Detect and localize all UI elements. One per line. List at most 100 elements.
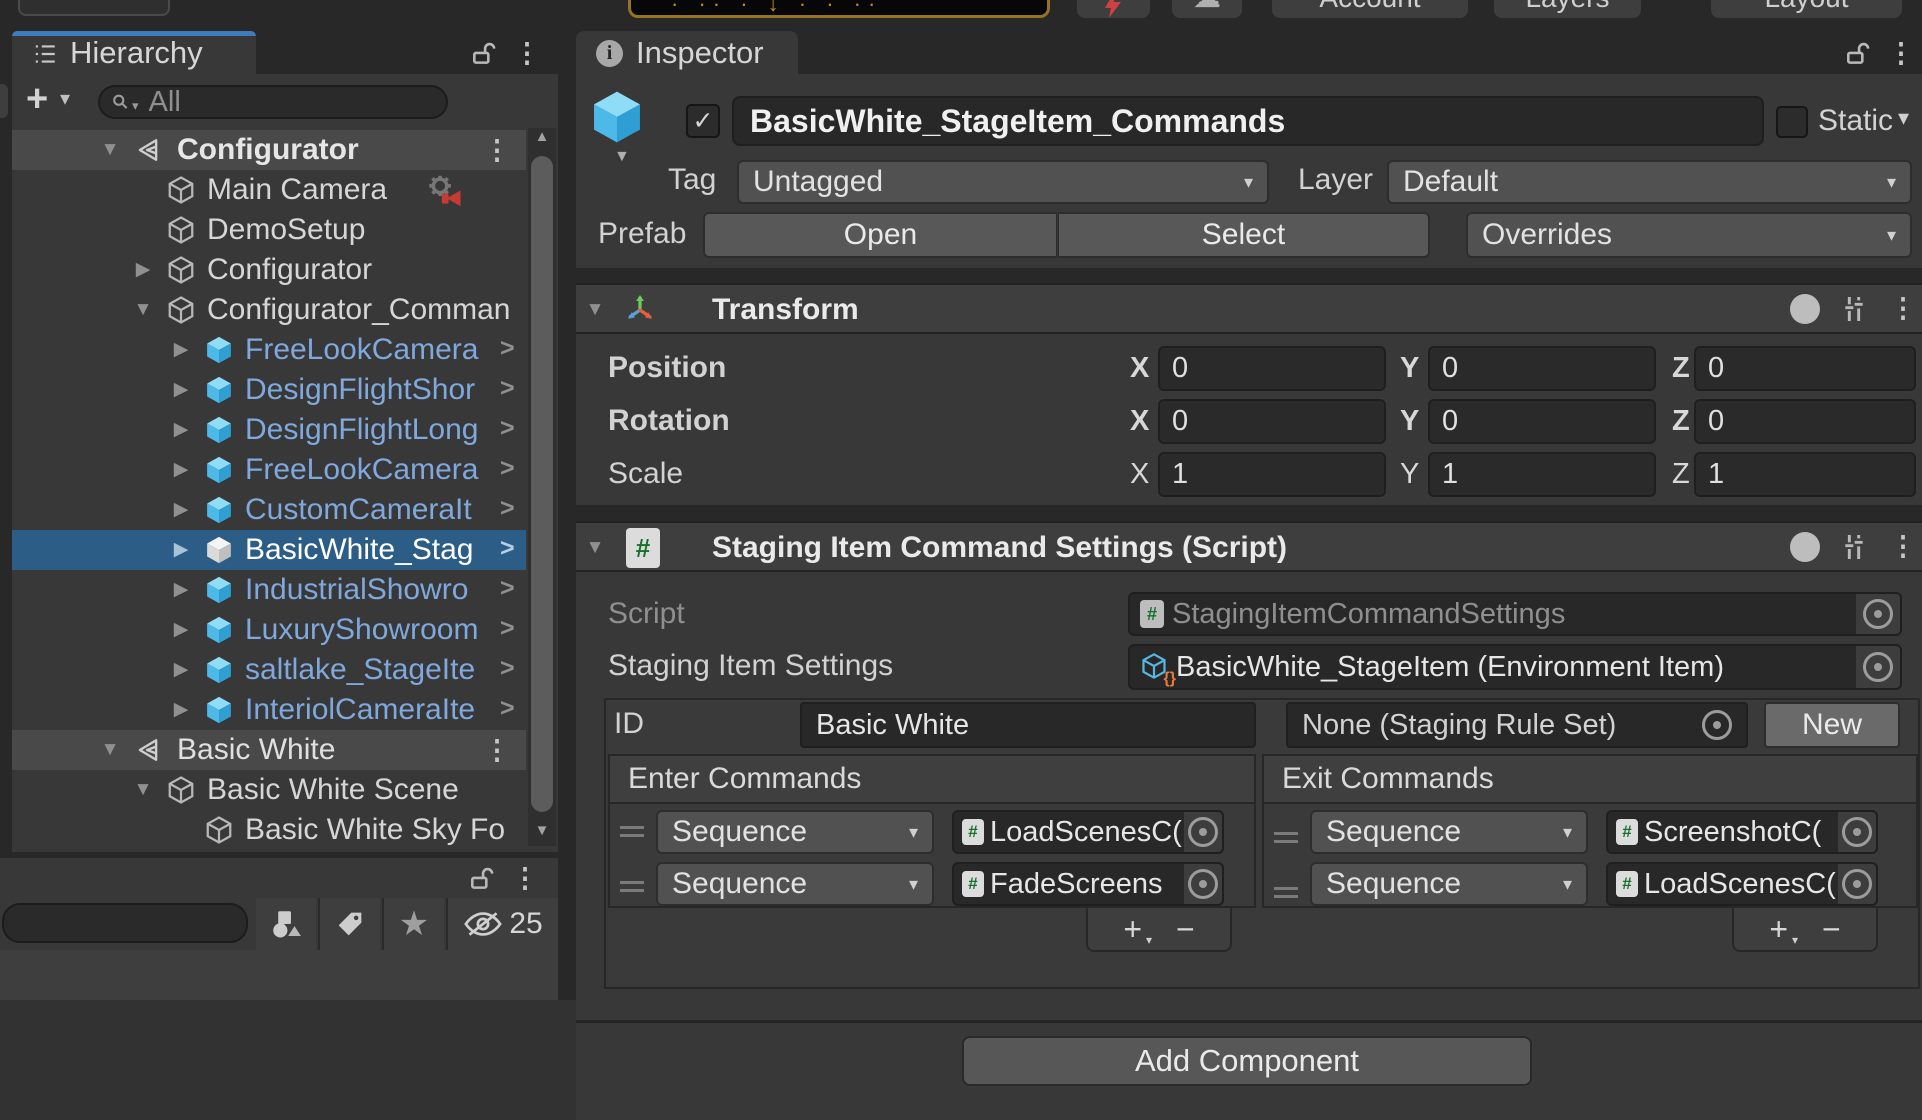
enter-command-ref-0[interactable]: # LoadScenesC( xyxy=(952,810,1224,854)
prefab-overrides-dropdown[interactable]: Overrides ▾ xyxy=(1466,212,1912,258)
hierarchy-row-basic-white-sky[interactable]: Basic White Sky Fo xyxy=(12,810,526,850)
rotation-y-field[interactable]: 0 xyxy=(1428,399,1656,444)
unlock-icon[interactable] xyxy=(470,40,498,68)
subpanel-menu-icon[interactable]: ⋮ xyxy=(510,858,540,898)
enter-command-type-0[interactable]: Sequence ▾ xyxy=(656,810,934,854)
scroll-down-icon[interactable]: ▼ xyxy=(528,822,556,839)
prefab-chevron-icon[interactable]: > xyxy=(500,650,515,690)
foldout-closed-icon[interactable]: ▶ xyxy=(168,450,194,490)
hierarchy-row-freelookcamera-2[interactable]: ▶ FreeLookCamera > xyxy=(12,450,526,490)
drag-handle-icon[interactable] xyxy=(620,826,644,829)
add-element-button[interactable]: +▾ xyxy=(1769,913,1788,945)
transform-header[interactable]: ▼ Transform ⋮ xyxy=(576,283,1922,334)
hierarchy-row-luxuryshowroom[interactable]: ▶ LuxuryShowroom > xyxy=(12,610,526,650)
tab-hierarchy[interactable]: Hierarchy xyxy=(12,31,256,74)
hierarchy-row-configurator-scene[interactable]: ▼ Configurator ⋮ xyxy=(12,130,526,170)
help-icon[interactable] xyxy=(1790,532,1820,562)
object-picker-chip[interactable] xyxy=(1184,812,1222,852)
foldout-open-icon[interactable]: ▼ xyxy=(97,730,123,770)
component-menu-icon[interactable]: ⋮ xyxy=(1888,288,1918,328)
object-picker-chip[interactable] xyxy=(1856,646,1900,688)
layers-button[interactable]: Layers xyxy=(1494,0,1641,18)
object-picker-chip[interactable] xyxy=(1184,864,1222,904)
filter-by-label-button[interactable] xyxy=(320,898,380,950)
prefab-chevron-icon[interactable]: > xyxy=(500,330,515,370)
exit-command-ref-1[interactable]: # LoadScenesC( xyxy=(1606,862,1878,906)
active-checkbox[interactable]: ✓ xyxy=(686,104,720,138)
unlock-icon[interactable] xyxy=(1844,40,1872,68)
hierarchy-row-configurator[interactable]: ▶ Configurator xyxy=(12,250,526,290)
prefab-chevron-icon[interactable]: > xyxy=(500,570,515,610)
prefab-open-button[interactable]: Open xyxy=(703,212,1057,258)
staging-rule-set-field[interactable]: None (Staging Rule Set) xyxy=(1286,702,1748,748)
hierarchy-row-industrialshowro[interactable]: ▶ IndustrialShowro > xyxy=(12,570,526,610)
new-rule-set-button[interactable]: New xyxy=(1764,702,1900,748)
tag-dropdown[interactable]: Untagged ▾ xyxy=(737,160,1269,204)
prefab-chevron-icon[interactable]: > xyxy=(500,690,515,730)
foldout-closed-icon[interactable]: ▶ xyxy=(168,490,194,530)
add-component-button[interactable]: Add Component xyxy=(962,1036,1532,1086)
hierarchy-row-customcamerait[interactable]: ▶ CustomCameraIt > xyxy=(12,490,526,530)
toolbar-left-stub-button[interactable] xyxy=(18,0,170,16)
filter-favorites-button[interactable]: ★ xyxy=(384,898,444,950)
staging-component-header[interactable]: ▼ # Staging Item Command Settings (Scrip… xyxy=(576,521,1922,572)
layout-button[interactable]: Layout xyxy=(1711,0,1902,18)
hierarchy-menu-icon[interactable]: ⋮ xyxy=(512,33,542,73)
exit-command-type-1[interactable]: Sequence ▾ xyxy=(1310,862,1588,906)
hierarchy-row-designflightshor[interactable]: ▶ DesignFlightShor > xyxy=(12,370,526,410)
hierarchy-row-interiolcameraite[interactable]: ▶ InteriolCameraIte > xyxy=(12,690,526,730)
prefab-chevron-icon[interactable]: > xyxy=(500,410,515,450)
remove-element-button[interactable]: − xyxy=(1176,913,1195,945)
prefab-chevron-icon[interactable]: > xyxy=(500,610,515,650)
hierarchy-search[interactable]: ▾ xyxy=(98,85,448,119)
filter-by-type-button[interactable] xyxy=(256,898,316,950)
hierarchy-row-main-camera[interactable]: Main Camera xyxy=(12,170,526,210)
position-x-field[interactable]: 0 xyxy=(1158,346,1386,391)
foldout-closed-icon[interactable]: ▶ xyxy=(130,250,156,290)
prefab-chevron-icon[interactable]: > xyxy=(500,490,515,530)
static-checkbox[interactable] xyxy=(1776,106,1808,138)
foldout-closed-icon[interactable]: ▶ xyxy=(168,690,194,730)
scene-menu-icon[interactable]: ⋮ xyxy=(482,130,512,170)
scale-x-field[interactable]: 1 xyxy=(1158,452,1386,497)
prefab-expand-icon[interactable]: ▼ xyxy=(614,148,630,166)
hierarchy-row-designflightlong[interactable]: ▶ DesignFlightLong > xyxy=(12,410,526,450)
drag-handle-icon[interactable] xyxy=(1274,832,1298,835)
id-field[interactable]: Basic White xyxy=(800,702,1256,748)
foldout-open-icon[interactable]: ▼ xyxy=(130,290,156,330)
prefab-chevron-icon[interactable]: > xyxy=(500,450,515,490)
prefab-chevron-icon[interactable]: > xyxy=(500,370,515,410)
position-y-field[interactable]: 0 xyxy=(1428,346,1656,391)
foldout-closed-icon[interactable]: ▶ xyxy=(168,330,194,370)
rotation-x-field[interactable]: 0 xyxy=(1158,399,1386,444)
search-input[interactable] xyxy=(147,85,436,120)
hierarchy-row-demosetup[interactable]: DemoSetup xyxy=(12,210,526,250)
prefab-chevron-icon[interactable]: > xyxy=(500,530,515,570)
scale-y-field[interactable]: 1 xyxy=(1428,452,1656,497)
hierarchy-scrollbar[interactable]: ▲ ▼ xyxy=(528,128,556,846)
create-button[interactable]: + xyxy=(26,78,48,121)
scene-menu-icon[interactable]: ⋮ xyxy=(482,730,512,770)
object-picker-chip[interactable] xyxy=(1838,812,1876,852)
enter-command-ref-1[interactable]: # FadeScreens xyxy=(952,862,1224,906)
gameobject-name-field[interactable]: BasicWhite_StageItem_Commands xyxy=(732,96,1764,146)
foldout-closed-icon[interactable]: ▶ xyxy=(168,570,194,610)
drag-handle-icon[interactable] xyxy=(1274,887,1298,890)
drag-handle-icon[interactable] xyxy=(620,881,644,884)
foldout-open-icon[interactable]: ▼ xyxy=(582,528,608,568)
cloud-button[interactable]: ☁ xyxy=(1172,0,1242,18)
static-dropdown-icon[interactable]: ▾ xyxy=(1898,105,1909,131)
object-picker-icon[interactable] xyxy=(1702,710,1732,740)
enter-command-type-1[interactable]: Sequence ▾ xyxy=(656,862,934,906)
position-z-field[interactable]: 0 xyxy=(1694,346,1916,391)
filter-search-input[interactable] xyxy=(14,906,236,941)
foldout-closed-icon[interactable]: ▶ xyxy=(168,530,194,570)
foldout-closed-icon[interactable]: ▶ xyxy=(168,650,194,690)
foldout-open-icon[interactable]: ▼ xyxy=(582,290,608,330)
hierarchy-row-saltlake-stageite[interactable]: ▶ saltlake_StageIte > xyxy=(12,650,526,690)
foldout-closed-icon[interactable]: ▶ xyxy=(168,370,194,410)
prefab-select-button[interactable]: Select xyxy=(1058,212,1430,258)
layer-dropdown[interactable]: Default ▾ xyxy=(1387,160,1912,204)
hierarchy-row-basic-white-scene[interactable]: ▼ Basic White Scene xyxy=(12,770,526,810)
foldout-closed-icon[interactable]: ▶ xyxy=(168,610,194,650)
